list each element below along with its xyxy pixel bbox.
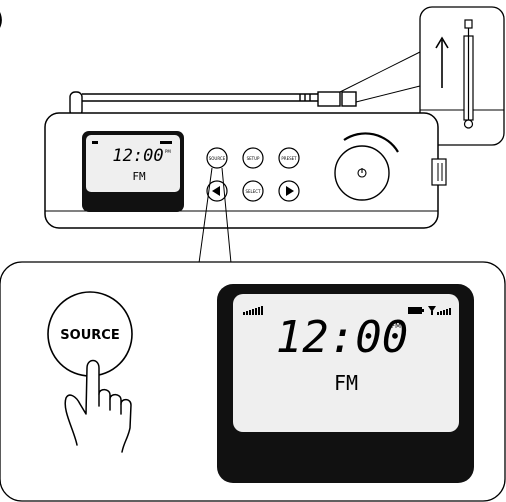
large-display-time: 12:00 [276,312,408,363]
radio-button-next[interactable] [278,180,300,202]
radio-small-display: 12:00 PM FM [82,131,184,212]
select-button-label: SELECT [245,189,261,194]
radio-button-preset[interactable]: PRESET [278,147,300,169]
preset-button-label: PRESET [281,156,297,161]
radio-button-setup[interactable]: SETUP [242,147,264,169]
small-display-time-suffix: PM [165,149,171,154]
battery-icon [408,307,424,314]
callout-source-label: SOURCE [60,328,119,343]
antenna-callout-lines [339,51,421,103]
large-display-mode: FM [334,371,358,395]
source-button-label: SOURCE [209,156,226,161]
large-display: 12:00 FM FM [217,284,474,483]
setup-button-label: SETUP [247,156,260,161]
small-display-mode: FM [132,170,146,183]
small-display-time: 12:00 [112,146,163,166]
large-display-time-suffix: FM [391,322,401,330]
step-number-marker: ) [0,5,4,35]
radio-button-source[interactable]: SOURCE [206,147,228,169]
instruction-diagram: ) [0,5,506,502]
extended-antenna [463,19,474,129]
radio-button-select[interactable]: SELECT [242,180,264,202]
